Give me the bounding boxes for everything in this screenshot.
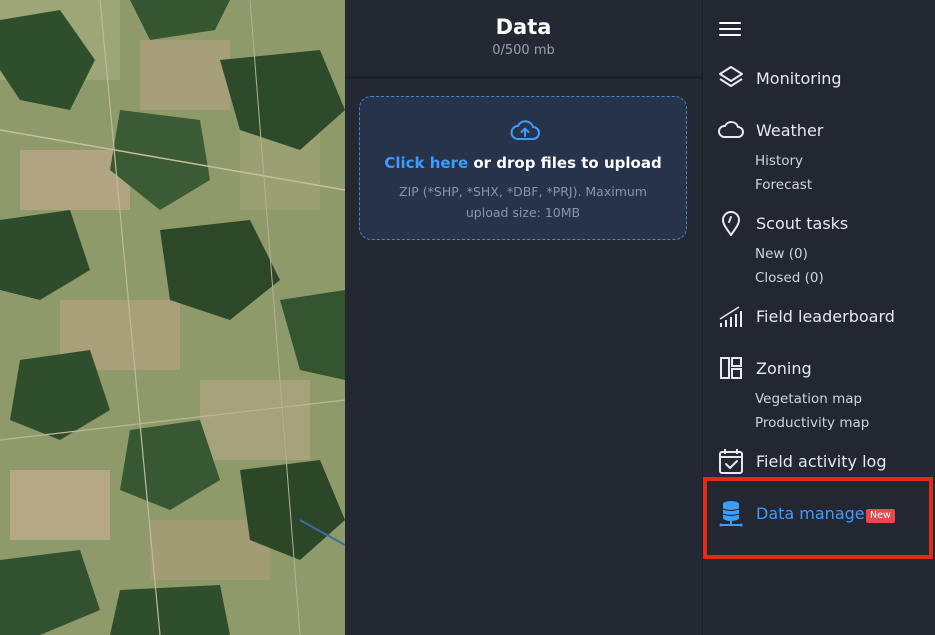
data-panel: Data 0/500 mb Click here or drop files t… — [345, 0, 702, 635]
sidebar-item-label: Field leaderboard — [756, 307, 895, 326]
cloud-icon — [718, 121, 744, 138]
sub-item-forecast[interactable]: Forecast — [755, 177, 812, 193]
sub-item-vegetation-map[interactable]: Vegetation map — [755, 391, 862, 407]
map-imagery — [0, 0, 345, 635]
location-pin-icon — [722, 211, 740, 236]
sidebar-item-field-activity-log[interactable]: Field activity log — [703, 445, 935, 479]
layers-icon — [719, 66, 743, 87]
grid-layout-icon — [720, 357, 742, 379]
bar-chart-icon — [719, 306, 742, 327]
data-panel-header: Data 0/500 mb — [345, 0, 702, 79]
upload-link[interactable]: Click here — [384, 154, 468, 172]
sidebar-item-label: Weather — [756, 121, 824, 140]
sidebar-item-label: Zoning — [756, 359, 812, 378]
sidebar-item-zoning[interactable]: Zoning — [703, 352, 935, 386]
satellite-map[interactable] — [0, 0, 345, 635]
dropzone-text: or drop files to upload — [468, 154, 662, 172]
sidebar-item-scout-tasks[interactable]: Scout tasks — [703, 207, 935, 241]
sidebar-item-field-leaderboard[interactable]: Field leaderboard — [703, 300, 935, 334]
upload-hint: ZIP (*SHP, *SHX, *DBF, *PRJ). Maximum up… — [399, 184, 647, 220]
sidebar-item-label: Scout tasks — [756, 214, 849, 233]
menu-icon[interactable] — [719, 22, 741, 40]
sidebar-item-monitoring[interactable]: Monitoring — [703, 62, 935, 96]
sub-item-new-tasks[interactable]: New (0) — [755, 246, 808, 262]
sidebar-item-label: Monitoring — [756, 69, 842, 88]
data-panel-title: Data — [495, 15, 552, 39]
sidebar: Monitoring Weather History Forecast Scou… — [702, 0, 935, 635]
storage-quota: 0/500 mb — [492, 43, 555, 58]
highlight-annotation — [703, 477, 933, 559]
calendar-check-icon — [719, 449, 743, 474]
sub-item-history[interactable]: History — [755, 153, 803, 169]
file-dropzone[interactable]: Click here or drop files to upload ZIP (… — [359, 96, 687, 240]
cloud-upload-icon — [510, 120, 540, 140]
sidebar-item-weather[interactable]: Weather — [703, 114, 935, 148]
sub-item-productivity-map[interactable]: Productivity map — [755, 415, 869, 431]
sub-item-closed-tasks[interactable]: Closed (0) — [755, 270, 824, 286]
sidebar-item-label: Field activity log — [756, 452, 887, 471]
